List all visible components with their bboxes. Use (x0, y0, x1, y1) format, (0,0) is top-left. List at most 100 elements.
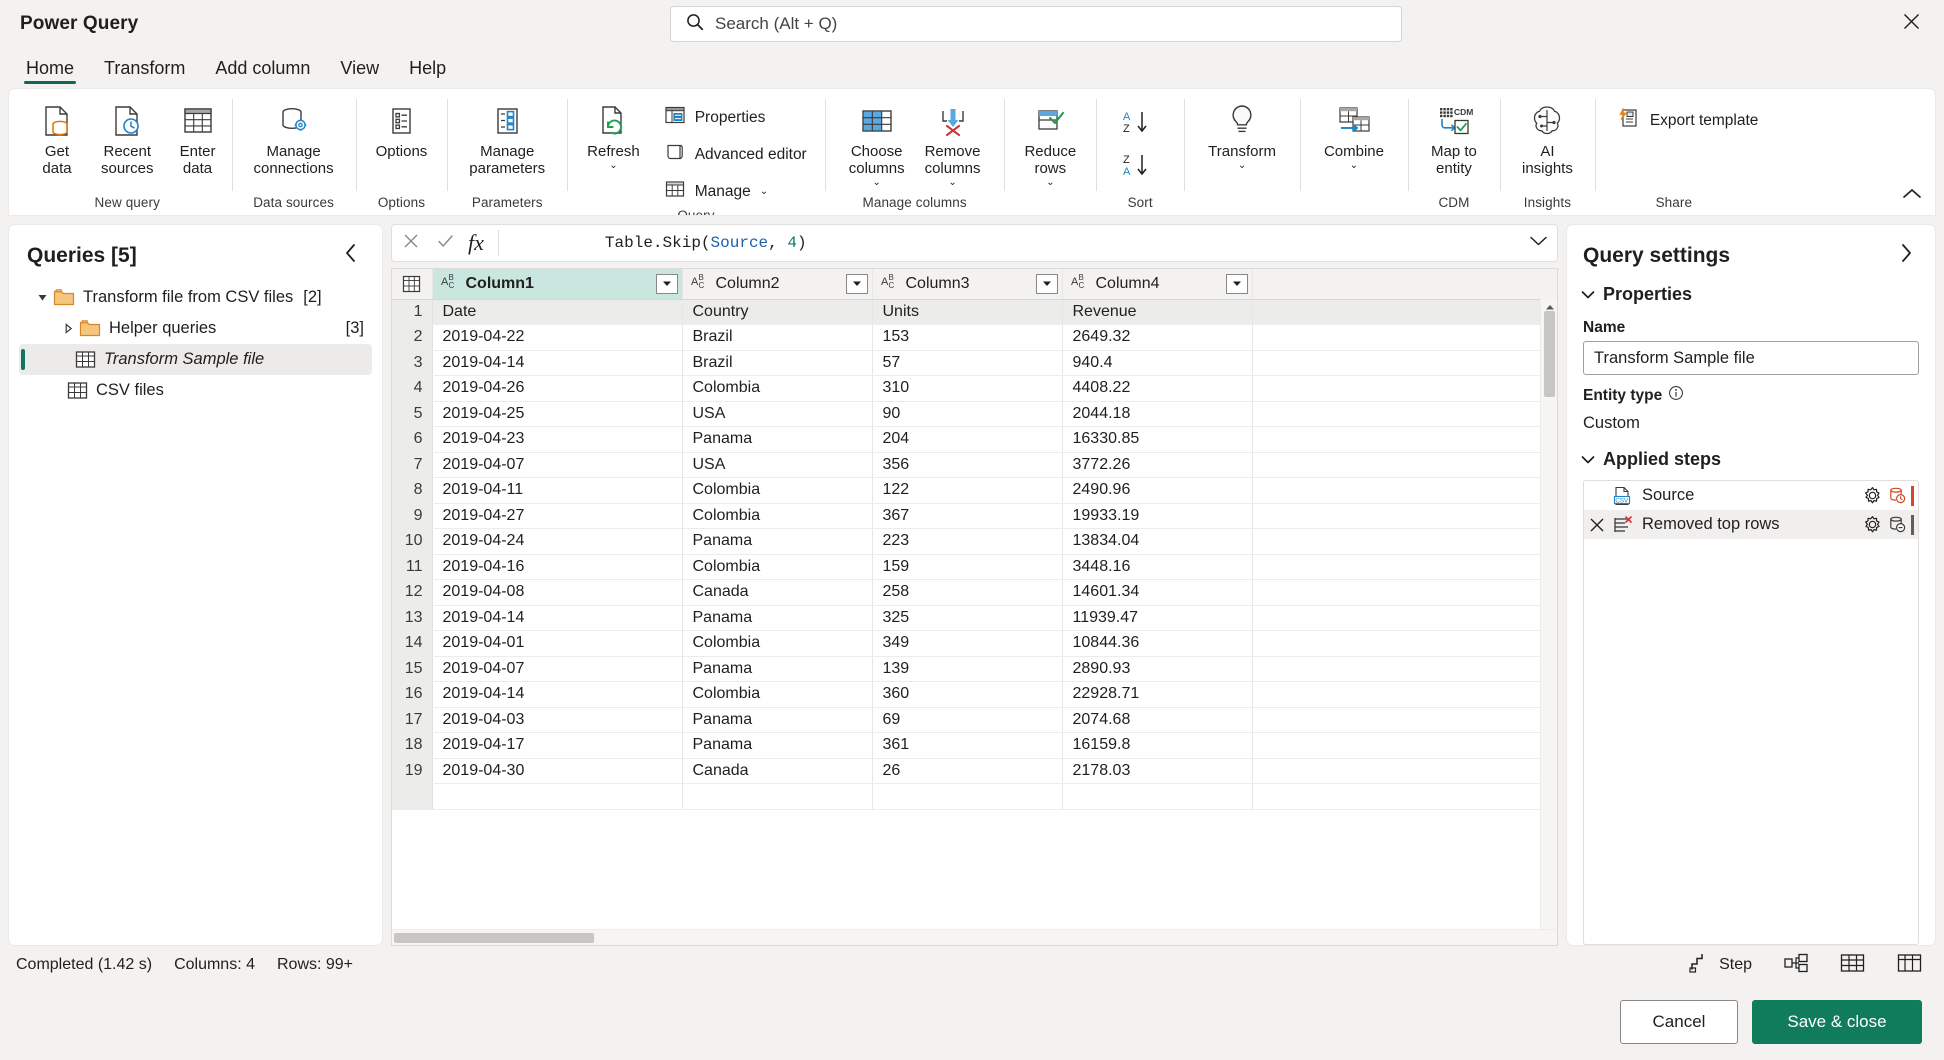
refresh-button[interactable]: Refresh ⌄ (579, 97, 648, 171)
table-cell[interactable]: Colombia (682, 375, 873, 402)
table-cell[interactable] (1062, 783, 1253, 810)
table-row[interactable]: 4 2019-04-26 Colombia 310 4408.22 (392, 375, 1557, 402)
table-cell[interactable]: 223 (872, 528, 1063, 555)
tab-view[interactable]: View (326, 59, 393, 86)
info-icon[interactable] (1668, 385, 1684, 406)
table-cell[interactable]: 2178.03 (1062, 758, 1253, 784)
row-number[interactable]: 5 (392, 401, 433, 427)
table-cell[interactable]: 13834.04 (1062, 528, 1253, 555)
close-button[interactable] (1894, 7, 1928, 41)
table-cell[interactable]: Colombia (682, 630, 873, 657)
table-row[interactable]: 12 2019-04-08 Canada 258 14601.34 (392, 579, 1557, 606)
row-number[interactable]: 10 (392, 528, 433, 555)
table-row[interactable]: 13 2019-04-14 Panama 325 11939.47 (392, 605, 1557, 631)
table-cell[interactable]: 90 (872, 401, 1063, 427)
row-number[interactable]: 16 (392, 681, 433, 708)
column-filter-dropdown-column2[interactable] (845, 273, 868, 294)
abc-type-icon[interactable]: A B C (691, 272, 710, 295)
table-cell[interactable]: 2019-04-24 (432, 528, 683, 555)
table-cell[interactable] (682, 783, 873, 810)
table-cell[interactable]: Panama (682, 605, 873, 631)
manage-connections-button[interactable]: Manage connections (246, 97, 342, 178)
query-folder-helper-queries[interactable]: Helper queries [3] (19, 313, 372, 344)
column-filter-dropdown-column4[interactable] (1225, 273, 1248, 294)
row-number[interactable]: 9 (392, 503, 433, 529)
properties-section-header[interactable]: Properties (1567, 278, 1935, 309)
table-row[interactable]: 3 2019-04-14 Brazil 57 940.4 (392, 350, 1557, 376)
column-filter-dropdown-column3[interactable] (1035, 273, 1058, 294)
table-cell[interactable]: 2019-04-22 (432, 324, 683, 351)
table-row[interactable]: 2 2019-04-22 Brazil 153 2649.32 (392, 324, 1557, 351)
row-number[interactable]: 4 (392, 375, 433, 402)
choose-columns-button[interactable]: Choose columns ⌄ (841, 97, 913, 188)
reduce-rows-button[interactable]: Reduce rows ⌄ (1016, 97, 1084, 188)
delete-step-button[interactable] (1584, 517, 1610, 533)
recent-sources-button[interactable]: Recent sources (93, 97, 162, 178)
twisty-expanded-icon[interactable] (31, 292, 53, 303)
map-to-entity-button[interactable]: CDM Map to entity (1422, 97, 1486, 178)
table-cell[interactable]: 2019-04-14 (432, 350, 683, 376)
table-cell[interactable]: 69 (872, 707, 1063, 733)
enter-data-button[interactable]: Enter data (166, 97, 230, 178)
gear-icon[interactable] (1859, 515, 1885, 534)
table-cell[interactable] (872, 783, 1063, 810)
table-cell[interactable]: Brazil (682, 350, 873, 376)
table-cell[interactable]: 2019-04-26 (432, 375, 683, 402)
table-cell[interactable]: Panama (682, 707, 873, 733)
get-data-button[interactable]: Get data (25, 97, 89, 178)
tab-home[interactable]: Home (12, 59, 88, 86)
table-cell[interactable]: 2019-04-17 (432, 732, 683, 759)
table-cell[interactable]: 3448.16 (1062, 554, 1253, 580)
manage-button[interactable]: Manage ⌄ (656, 175, 815, 208)
row-number[interactable]: 3 (392, 350, 433, 376)
row-number[interactable]: 19 (392, 758, 433, 784)
table-row[interactable]: 10 2019-04-24 Panama 223 13834.04 (392, 528, 1557, 555)
column-header-column2[interactable]: A B C Column2 (682, 269, 873, 300)
table-row[interactable]: 16 2019-04-14 Colombia 360 22928.71 (392, 681, 1557, 708)
table-cell[interactable]: Panama (682, 732, 873, 759)
ai-insights-button[interactable]: AI insights (1514, 97, 1581, 178)
remove-columns-button[interactable]: Remove columns ⌄ (917, 97, 989, 188)
table-cell[interactable]: Colombia (682, 503, 873, 529)
table-cell[interactable]: 139 (872, 656, 1063, 682)
table-cell[interactable]: Colombia (682, 554, 873, 580)
table-row[interactable]: 9 2019-04-27 Colombia 367 19933.19 (392, 503, 1557, 529)
table-cell[interactable]: 26 (872, 758, 1063, 784)
sort-descending-button[interactable]: Z A (1116, 150, 1164, 185)
applied-step-removed-top-rows[interactable]: Removed top rows (1584, 510, 1918, 539)
row-number[interactable]: 14 (392, 630, 433, 657)
row-number[interactable]: 18 (392, 732, 433, 759)
search-box[interactable] (670, 6, 1402, 42)
row-number[interactable]: 12 (392, 579, 433, 606)
step-view-button[interactable]: Step (1683, 950, 1758, 981)
table-cell[interactable]: 14601.34 (1062, 579, 1253, 606)
column-header-column3[interactable]: A B C Column3 (872, 269, 1063, 300)
advanced-editor-button[interactable]: Advanced editor (656, 138, 815, 171)
query-folder-transform-file-from-csv-files[interactable]: Transform file from CSV files [2] (19, 282, 372, 313)
table-cell[interactable]: 2019-04-23 (432, 426, 683, 453)
table-cell[interactable]: 153 (872, 324, 1063, 351)
table-cell[interactable]: 11939.47 (1062, 605, 1253, 631)
row-number[interactable]: 8 (392, 477, 433, 504)
accept-formula-button[interactable] (428, 227, 462, 259)
table-cell[interactable]: 16159.8 (1062, 732, 1253, 759)
search-input[interactable] (715, 14, 1387, 34)
table-row[interactable]: 1 Date Country Units Revenue (392, 299, 1557, 325)
table-row[interactable]: 15 2019-04-07 Panama 139 2890.93 (392, 656, 1557, 682)
properties-button[interactable]: Properties (656, 101, 815, 134)
table-row[interactable] (392, 783, 1557, 810)
tab-transform[interactable]: Transform (90, 59, 199, 86)
row-number[interactable]: 7 (392, 452, 433, 478)
tab-add-column[interactable]: Add column (201, 59, 324, 86)
table-cell[interactable]: Panama (682, 656, 873, 682)
table-cell[interactable]: 2019-04-30 (432, 758, 683, 784)
table-row[interactable]: 8 2019-04-11 Colombia 122 2490.96 (392, 477, 1557, 504)
row-number[interactable]: 2 (392, 324, 433, 351)
gear-icon[interactable] (1859, 486, 1885, 505)
table-cell[interactable]: 2019-04-16 (432, 554, 683, 580)
table-row[interactable]: 14 2019-04-01 Colombia 349 10844.36 (392, 630, 1557, 657)
column-header-column1[interactable]: A B C Column1 (432, 269, 683, 300)
table-cell[interactable]: Colombia (682, 477, 873, 504)
table-cell[interactable]: 2019-04-07 (432, 656, 683, 682)
table-row[interactable]: 7 2019-04-07 USA 356 3772.26 (392, 452, 1557, 478)
